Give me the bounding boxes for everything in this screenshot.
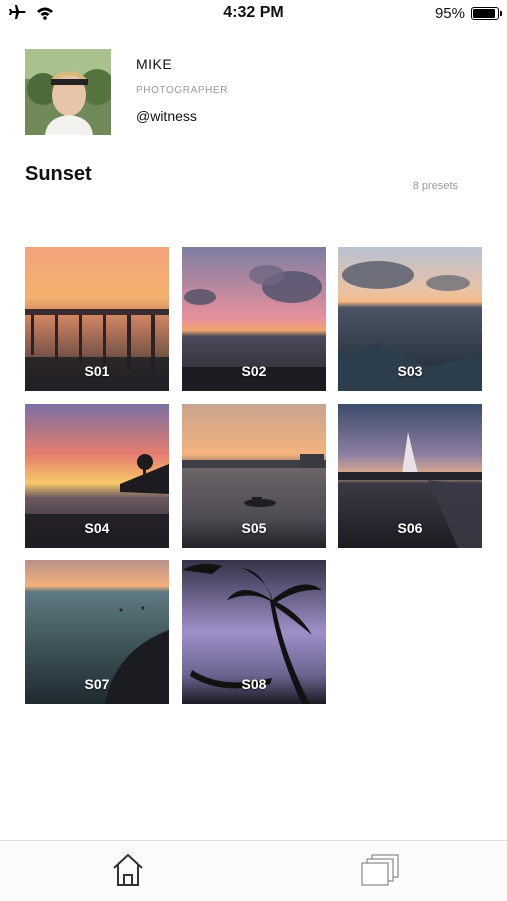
profile-name: MIKE xyxy=(136,56,173,72)
preset-label: S08 xyxy=(241,676,267,692)
preset-tile-s02[interactable]: S02 xyxy=(182,247,326,391)
avatar xyxy=(25,49,111,135)
battery-icon xyxy=(471,7,502,20)
preset-tile-s08[interactable]: S08 xyxy=(182,560,326,704)
home-icon xyxy=(108,853,148,893)
preset-label: S01 xyxy=(84,363,110,379)
preset-tile-s05[interactable]: S05 xyxy=(182,404,326,548)
battery-fill xyxy=(473,9,495,18)
tab-bar xyxy=(0,840,507,901)
preset-tile-s03[interactable]: S03 xyxy=(338,247,482,391)
preset-label: S02 xyxy=(241,363,267,379)
preset-label: S05 xyxy=(241,520,267,536)
status-time: 4:32 PM xyxy=(223,4,284,21)
profile-role: PHOTOGRAPHER xyxy=(136,85,229,96)
preset-tile-s07[interactable]: S07 xyxy=(25,560,169,704)
preset-tile-s04[interactable]: S04 xyxy=(25,404,169,548)
preset-count: 8 presets xyxy=(412,180,458,192)
preset-label: S07 xyxy=(84,676,110,692)
stack-icon xyxy=(360,854,400,893)
battery-percent: 95% xyxy=(434,5,465,22)
tab-home[interactable] xyxy=(108,849,148,889)
collection-title: Sunset xyxy=(25,163,92,185)
preset-label: S03 xyxy=(397,363,423,379)
status-bar: 4:32 PM 95% xyxy=(0,0,507,28)
preset-label: S06 xyxy=(397,520,423,536)
preset-label: S04 xyxy=(84,520,110,536)
profile-handle: @witness xyxy=(136,108,197,124)
preset-tile-s01[interactable]: S01 xyxy=(25,247,169,391)
tab-collections[interactable] xyxy=(360,849,400,889)
preset-tile-s06[interactable]: S06 xyxy=(338,404,482,548)
